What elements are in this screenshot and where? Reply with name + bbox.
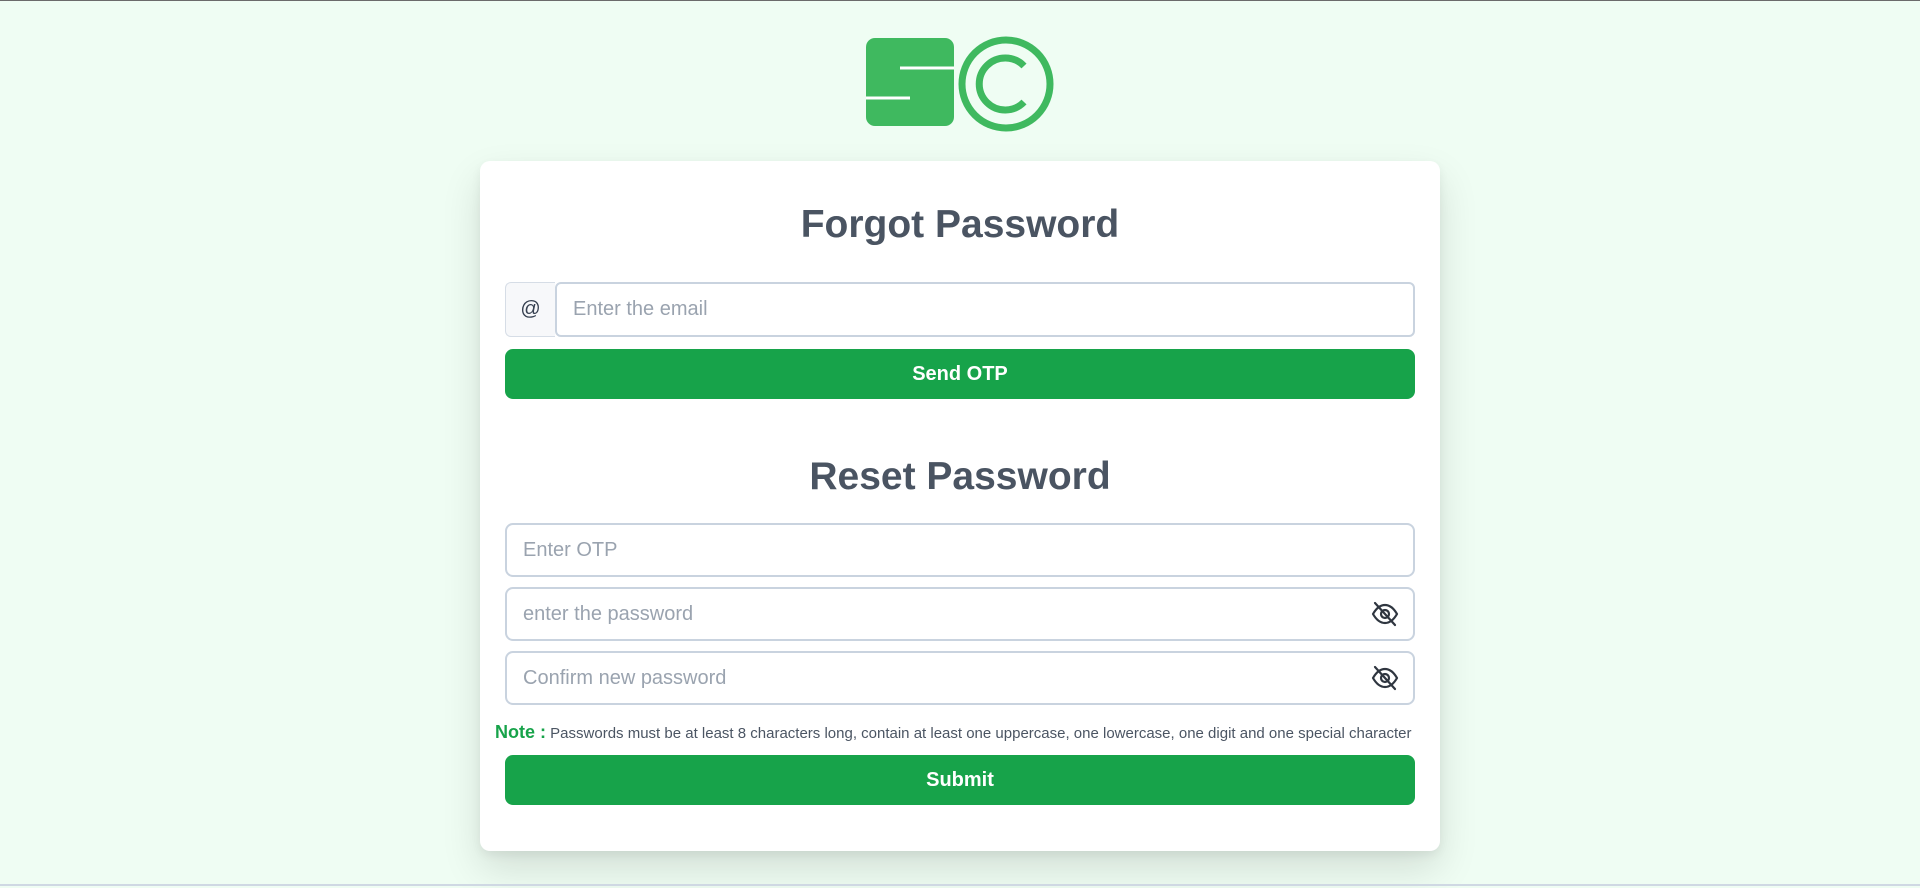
eye-off-icon[interactable] bbox=[1371, 601, 1399, 627]
otp-field bbox=[505, 523, 1415, 577]
logo bbox=[866, 36, 1054, 132]
send-otp-button[interactable]: Send OTP bbox=[505, 349, 1415, 399]
note-text: Passwords must be at least 8 characters … bbox=[550, 725, 1412, 742]
bottom-divider bbox=[0, 884, 1920, 886]
password-field bbox=[505, 587, 1415, 641]
forgot-password-title: Forgot Password bbox=[800, 203, 1120, 246]
password-input[interactable] bbox=[507, 589, 1413, 639]
submit-button[interactable]: Submit bbox=[505, 755, 1415, 805]
reset-password-title: Reset Password bbox=[809, 455, 1111, 498]
email-input-group: @ bbox=[505, 282, 1415, 337]
confirm-password-input[interactable] bbox=[507, 653, 1413, 703]
email-input[interactable] bbox=[555, 282, 1415, 337]
forgot-password-card: Forgot Password @ Send OTP Reset Passwor… bbox=[480, 161, 1440, 851]
note-label: Note : bbox=[495, 722, 546, 742]
otp-input[interactable] bbox=[507, 525, 1413, 575]
confirm-password-field bbox=[505, 651, 1415, 705]
password-requirements-note: Note : Passwords must be at least 8 char… bbox=[495, 722, 1445, 743]
eye-off-icon[interactable] bbox=[1371, 665, 1399, 691]
at-sign-addon: @ bbox=[505, 282, 555, 337]
